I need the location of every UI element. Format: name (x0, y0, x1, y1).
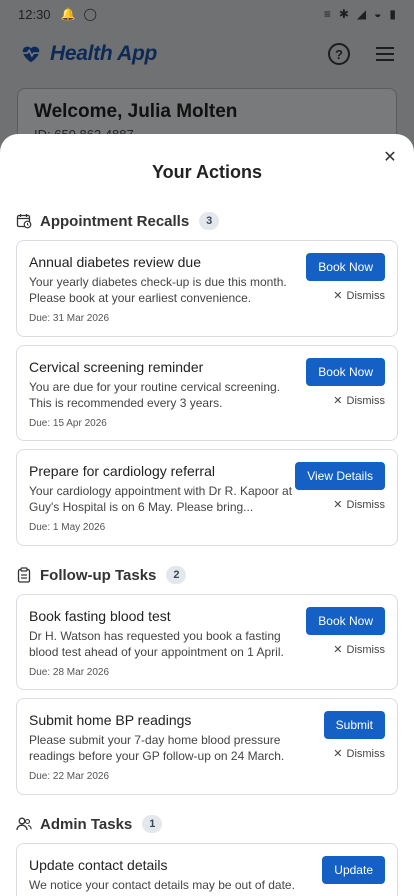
close-icon[interactable]: ✕ (383, 150, 397, 166)
card-description: Dr H. Watson has requested you book a fa… (29, 629, 284, 659)
signal-icon: ◢ (356, 7, 367, 21)
action-card: Prepare for cardiology referral Your car… (16, 449, 398, 546)
card-description: You are due for your routine cervical sc… (29, 380, 281, 410)
battery-icon: ▮ (389, 7, 396, 21)
users-icon (16, 816, 32, 832)
section-admin-tasks: Admin Tasks 1 Update contact details We … (16, 813, 398, 896)
card-description: Your cardiology appointment with Dr R. K… (29, 484, 293, 514)
section-header: Follow-up Tasks 2 (16, 564, 398, 586)
vibrate-icon: ≡ (323, 7, 331, 21)
section-count-badge: 3 (199, 212, 220, 230)
close-icon: ✕ (333, 644, 343, 656)
card-due-date: Due: 28 Mar 2026 (29, 667, 110, 678)
dismiss-label: Dismiss (346, 747, 386, 760)
help-icon[interactable]: ? (328, 43, 350, 65)
card-description: Please submit your 7-day home blood pres… (29, 733, 285, 763)
app-header: Health App ? (0, 28, 414, 80)
action-card: Update contact details We notice your co… (16, 843, 398, 896)
dismiss-button[interactable]: ✕ Dismiss (333, 747, 386, 761)
view-details-button[interactable]: View Details (295, 462, 385, 490)
book-now-button[interactable]: Book Now (306, 607, 385, 635)
close-icon: ✕ (333, 499, 343, 511)
section-title: Follow-up Tasks (40, 566, 157, 584)
section-header: Admin Tasks 1 (16, 813, 398, 835)
card-due-date: Due: 15 Apr 2026 (29, 418, 107, 429)
calendar-clock-icon (16, 213, 32, 229)
menu-icon[interactable] (376, 47, 394, 61)
section-title: Admin Tasks (40, 815, 133, 833)
update-button[interactable]: Update (322, 856, 385, 884)
dismiss-label: Dismiss (346, 289, 386, 302)
welcome-title: Welcome, Julia Molten (34, 101, 238, 122)
close-icon: ✕ (333, 290, 343, 302)
dismiss-button[interactable]: ✕ Dismiss (333, 498, 386, 512)
close-icon: ✕ (333, 748, 343, 760)
section-appointment-recalls: Appointment Recalls 3 Annual diabetes re… (16, 210, 398, 546)
card-description: Your yearly diabetes check-up is due thi… (29, 275, 287, 305)
modal-title: Your Actions (151, 162, 262, 182)
action-card: Book fasting blood test Dr H. Watson has… (16, 594, 398, 690)
dismiss-button[interactable]: ✕ Dismiss (333, 394, 386, 408)
dismiss-label: Dismiss (346, 643, 386, 656)
section-header: Appointment Recalls 3 (16, 210, 398, 232)
dismiss-label: Dismiss (346, 394, 386, 407)
status-time: 12:30 (18, 6, 51, 22)
section-follow-up-tasks: Follow-up Tasks 2 Book fasting blood tes… (16, 564, 398, 795)
chat-bubble-icon: ◯ (83, 7, 97, 21)
action-card: Cervical screening reminder You are due … (16, 345, 398, 441)
action-card: Submit home BP readings Please submit yo… (16, 698, 398, 795)
status-bar: 12:30 🔔 ◯ ≡ ✱ ◢ ◒ ▮ (0, 0, 414, 28)
clipboard-icon (16, 567, 32, 583)
action-card: Annual diabetes review due Your yearly d… (16, 240, 398, 337)
dismiss-label: Dismiss (346, 498, 386, 511)
actions-modal: Your Actions ✕ Appointment Recalls 3 Ann… (0, 134, 414, 896)
card-due-date: Due: 1 May 2026 (29, 522, 106, 533)
dismiss-button[interactable]: ✕ Dismiss (333, 289, 386, 303)
app-logo-text: Health App (50, 42, 158, 65)
wifi-icon: ◒ (374, 7, 382, 21)
book-now-button[interactable]: Book Now (306, 358, 385, 386)
card-description: We notice your contact details may be ou… (29, 878, 295, 892)
bluetooth-icon: ✱ (338, 7, 349, 21)
heart-pulse-logo-icon (22, 46, 40, 63)
book-now-button[interactable]: Book Now (306, 253, 385, 281)
card-due-date: Due: 22 Mar 2026 (29, 771, 110, 782)
dismiss-button[interactable]: ✕ Dismiss (333, 643, 386, 657)
section-count-badge: 1 (142, 815, 163, 833)
submit-button[interactable]: Submit (323, 711, 385, 739)
section-count-badge: 2 (166, 566, 187, 584)
card-due-date: Due: 31 Mar 2026 (29, 313, 110, 324)
section-title: Appointment Recalls (40, 212, 190, 230)
close-icon: ✕ (333, 395, 343, 407)
notification-bell-icon: 🔔 (60, 7, 76, 21)
